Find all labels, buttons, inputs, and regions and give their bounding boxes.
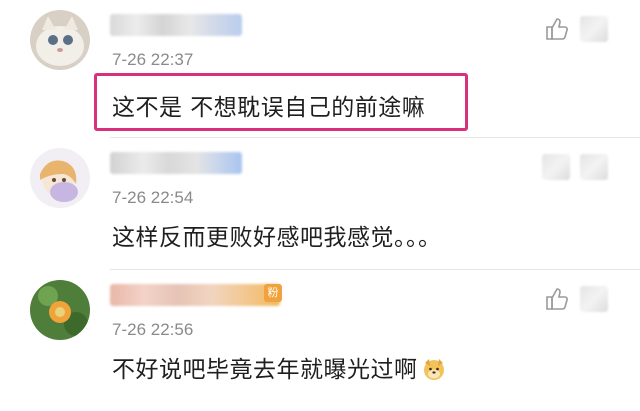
like-area[interactable] (544, 16, 608, 42)
comment-text: 这不是 不想耽误自己的前途嘛 (112, 95, 426, 121)
comment-text: 不好说吧毕竟去年就曝光过啊 (112, 350, 446, 384)
comment-timestamp: 7-26 22:54 (112, 188, 194, 207)
user-avatar[interactable] (30, 280, 90, 340)
username-blurred[interactable] (110, 152, 242, 174)
thumbs-up-icon[interactable] (544, 286, 570, 312)
comment-item: 7-26 22:54 这样反而更败好感吧我感觉。。。 (0, 138, 640, 270)
user-avatar[interactable] (30, 10, 90, 70)
fan-badge: 粉 (264, 284, 282, 302)
comment-timestamp: 7-26 22:56 (112, 320, 194, 339)
like-icon-blurred[interactable] (542, 154, 570, 180)
like-count-blurred (580, 154, 608, 180)
username-blurred[interactable] (110, 14, 242, 36)
dog-face-emoji (423, 359, 444, 380)
user-avatar[interactable] (30, 148, 90, 208)
thumbs-up-icon[interactable] (544, 16, 570, 42)
comment-timestamp: 7-26 22:37 (112, 50, 194, 69)
like-area[interactable] (544, 286, 608, 312)
like-count-blurred (580, 16, 608, 42)
like-area[interactable] (542, 154, 608, 180)
comment-text: 这样反而更败好感吧我感觉。。。 (112, 225, 442, 251)
like-count-blurred (580, 286, 608, 312)
comment-item: 粉 7-26 22:56 不好说吧毕竟去年就曝光过啊 (0, 270, 640, 411)
username-blurred[interactable] (110, 284, 280, 306)
comment-text-body: 不好说吧毕竟去年就曝光过啊 (112, 357, 418, 383)
comment-item: 7-26 22:37 这不是 不想耽误自己的前途嘛 (0, 0, 640, 138)
